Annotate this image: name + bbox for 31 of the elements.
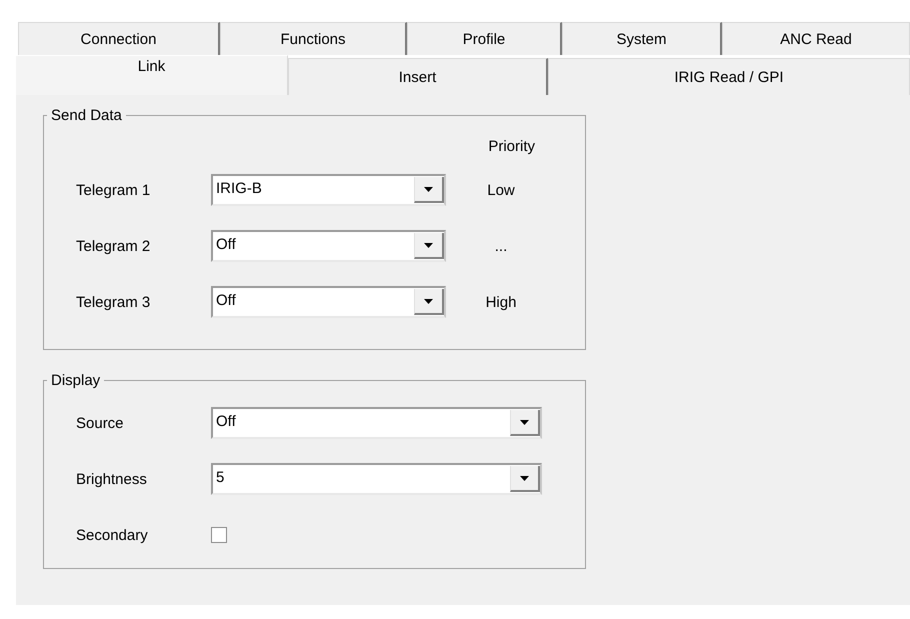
field-label: Secondary — [76, 526, 149, 544]
tab[interactable]: IRIG Read / GPI — [548, 58, 910, 95]
priority-label: ... — [494, 238, 508, 254]
dropdown[interactable]: Off — [211, 286, 446, 318]
dropdown-arrow-icon — [520, 420, 529, 424]
group-title: Display — [50, 372, 102, 389]
dropdown-arrow-icon — [520, 476, 529, 480]
dropdown[interactable]: IRIG-B — [211, 174, 446, 206]
tab[interactable]: Link — [15, 55, 288, 95]
tab[interactable]: ANC Read — [722, 22, 910, 55]
tab[interactable]: Insert — [288, 58, 548, 95]
field-label: Telegram 1 — [76, 182, 152, 198]
dropdown-arrow-icon — [424, 298, 433, 304]
priority-label: Low — [486, 182, 516, 198]
tab[interactable]: Functions — [220, 22, 407, 55]
tab[interactable]: Profile — [407, 22, 562, 55]
group-title: Send Data — [50, 107, 123, 124]
dropdown-arrow-icon — [424, 242, 433, 248]
field-label: Source — [76, 414, 125, 432]
column-header: Priority — [488, 138, 535, 157]
field-label: Telegram 2 — [76, 238, 152, 254]
field-label: Telegram 3 — [76, 294, 152, 310]
dropdown[interactable]: 5 — [211, 463, 542, 495]
priority-label: High — [484, 294, 518, 310]
dropdown[interactable]: Off — [211, 407, 542, 439]
field-label: Brightness — [76, 470, 148, 488]
dropdown[interactable]: Off — [211, 230, 446, 262]
dropdown-arrow-icon — [424, 186, 433, 192]
checkbox[interactable] — [211, 527, 227, 543]
tab[interactable]: System — [562, 22, 722, 55]
tab[interactable]: Connection — [18, 22, 220, 55]
